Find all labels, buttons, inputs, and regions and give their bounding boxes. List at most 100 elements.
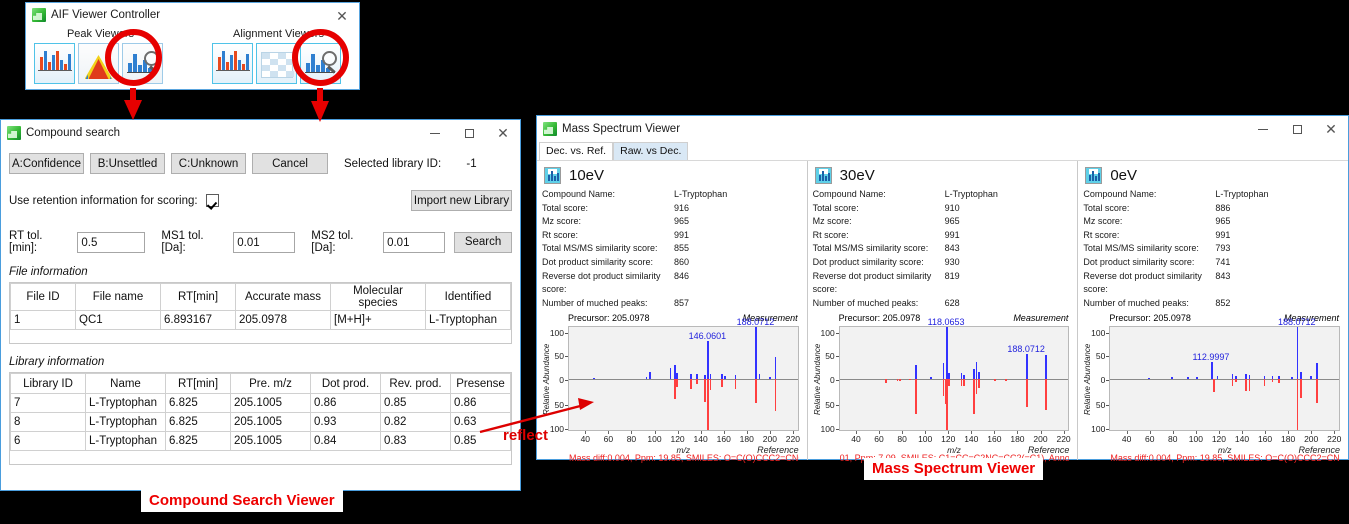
table-cell[interactable]: 205.1005	[230, 431, 311, 451]
table-cell[interactable]: 0.83	[380, 431, 451, 451]
minimize-button[interactable]	[418, 120, 452, 146]
metric-value: 843	[1215, 270, 1231, 281]
table-cell[interactable]: L-Tryptophan	[85, 412, 166, 432]
x-tick-label: 200	[1304, 434, 1319, 445]
zero-baseline	[839, 378, 1069, 380]
ms1-tolerance-input[interactable]	[233, 231, 296, 253]
alignment-table-viewer-button[interactable]	[256, 43, 297, 84]
table-cell[interactable]: 6.825	[165, 412, 231, 432]
table-row[interactable]: 6 L-Tryptophan 6.825 205.1005 0.84 0.83 0.85	[10, 431, 511, 451]
close-button[interactable]: ✕	[486, 120, 520, 146]
metric-row: Mz score: 965	[1083, 215, 1343, 229]
table-cell[interactable]: 0.86	[310, 393, 381, 413]
tab-dec-vs-ref[interactable]: Dec. vs. Ref.	[539, 142, 614, 160]
table-cell[interactable]: 0.85	[450, 431, 511, 451]
spectrum-peak	[946, 327, 948, 379]
cancel-button[interactable]: Cancel	[252, 153, 328, 174]
table-cell[interactable]: 205.0978	[235, 310, 331, 330]
column-header[interactable]: Identified	[425, 283, 511, 311]
table-row[interactable]: 8 L-Tryptophan 6.825 205.1005 0.93 0.82 0.63	[10, 412, 511, 432]
table-cell[interactable]: 8	[10, 412, 86, 432]
retention-option-checkbox[interactable]	[205, 194, 219, 207]
compound-search-window: Compound search ✕ A:Confidence B:Unsettl…	[0, 119, 521, 491]
metric-row: Dot product similarity score: 930	[813, 256, 1073, 270]
peak-spot-viewer-button[interactable]	[34, 43, 75, 84]
column-header[interactable]: Dot prod.	[310, 373, 381, 394]
table-cell[interactable]: 0.63	[450, 412, 511, 432]
compound-search-titlebar[interactable]: Compound search ✕	[1, 120, 520, 146]
minimize-button[interactable]	[1246, 116, 1280, 142]
y-tick-label: 50	[825, 351, 840, 362]
table-row[interactable]: 7 L-Tryptophan 6.825 205.1005 0.86 0.85 0.86	[10, 393, 511, 413]
table-cell[interactable]: 7	[10, 393, 86, 413]
search-button[interactable]: Search	[454, 231, 513, 253]
unsettled-button[interactable]: B:Unsettled	[90, 153, 165, 174]
metric-row: Total MS/MS similarity score: 843	[813, 242, 1073, 256]
app-logo-icon	[32, 8, 46, 22]
tab-raw-vs-dec[interactable]: Raw. vs Dec.	[613, 142, 689, 160]
spectrum-plot[interactable]: Precursor: 205.0978 Measurement Relative A…	[542, 313, 802, 463]
metric-row: Reverse dot product similarity score: 843	[1083, 270, 1343, 297]
file-information-label: File information	[9, 266, 88, 278]
close-button[interactable]: ✕	[1314, 116, 1348, 142]
table-cell[interactable]: 0.84	[310, 431, 381, 451]
table-cell[interactable]: 1	[10, 310, 76, 330]
column-header[interactable]: Name	[85, 373, 166, 394]
table-cell[interactable]: [M+H]+	[330, 310, 426, 330]
import-new-library-button[interactable]: Import new Library	[411, 190, 512, 211]
table-cell[interactable]: L-Tryptophan	[85, 431, 166, 451]
column-header[interactable]: Accurate mass	[235, 283, 331, 311]
table-header-row: Library ID Name RT[min] Pre. m/z Dot prod. Re…	[10, 373, 511, 394]
column-header[interactable]: RT[min]	[165, 373, 231, 394]
table-cell[interactable]: 0.85	[380, 393, 451, 413]
column-header[interactable]: RT[min]	[160, 283, 236, 311]
column-header[interactable]: Molecular species	[330, 283, 426, 311]
table-cell[interactable]: 6	[10, 431, 86, 451]
alignment-spot-viewer-button[interactable]	[212, 43, 253, 84]
metric-label: Total MS/MS similarity score:	[1083, 243, 1199, 254]
metric-row: Rt score: 991	[1083, 229, 1343, 243]
metric-label: Rt score:	[542, 229, 579, 240]
column-header[interactable]: File ID	[10, 283, 76, 311]
x-axis: 40 60 80 100 120 140 160 180 200 220 m/z Reference	[568, 431, 800, 462]
maximize-button[interactable]	[1280, 116, 1314, 142]
table-cell[interactable]: 6.893167	[160, 310, 236, 330]
table-row[interactable]: 1 QC1 6.893167 205.0978 [M+H]+ L-Tryptophan	[10, 310, 511, 330]
column-header[interactable]: Rev. prod.	[380, 373, 451, 394]
table-cell[interactable]: L-Tryptophan	[425, 310, 511, 330]
library-information-table-wrap: Library ID Name RT[min] Pre. m/z Dot prod. Re…	[9, 372, 512, 465]
unknown-button[interactable]: C:Unknown	[171, 153, 246, 174]
x-tick-label: 220	[1327, 434, 1342, 445]
alignment-ms-viewer-highlight-circle	[292, 29, 349, 86]
metric-label: Number of muched peaks:	[1083, 297, 1189, 308]
msv-titlebar[interactable]: Mass Spectrum Viewer ✕	[537, 116, 1348, 142]
column-header[interactable]: Pre. m/z	[230, 373, 311, 394]
ms2-tolerance-input[interactable]	[383, 231, 446, 253]
compound-search-body: A:Confidence B:Unsettled C:Unknown Cance…	[1, 153, 520, 465]
aif-window-titlebar[interactable]: AIF Viewer Controller ✕	[26, 3, 359, 27]
rt-tolerance-input[interactable]	[77, 231, 146, 253]
column-header[interactable]: File name	[75, 283, 161, 311]
peak-label: 188.0712	[736, 317, 775, 328]
table-cell[interactable]: 0.82	[380, 412, 451, 432]
table-cell[interactable]: 0.86	[450, 393, 511, 413]
table-cell[interactable]: QC1	[75, 310, 161, 330]
metric-label: Total score:	[812, 202, 859, 213]
table-cell[interactable]: 205.1005	[230, 393, 311, 413]
table-cell[interactable]: 6.825	[165, 393, 231, 413]
table-cell[interactable]: 0.93	[310, 412, 381, 432]
metric-value: L-Tryptophan	[944, 189, 998, 199]
table-cell[interactable]: L-Tryptophan	[85, 393, 166, 413]
spectrum-plot[interactable]: Precursor: 205.0978 Measurement Relative A…	[813, 313, 1073, 463]
spectrum-plot[interactable]: Precursor: 205.0978 Measurement Relative A…	[1083, 313, 1343, 463]
aif-close-button[interactable]: ✕	[325, 3, 359, 29]
maximize-button[interactable]	[452, 120, 486, 146]
confidence-button[interactable]: A:Confidence	[9, 153, 84, 174]
column-header[interactable]: Library ID	[10, 373, 86, 394]
column-header[interactable]: Presense	[450, 373, 511, 394]
msv-pane-container: 10eV Compound Name: L-Tryptophan Total scor…	[537, 161, 1348, 463]
table-cell[interactable]: 205.1005	[230, 412, 311, 432]
metric-label: Reverse dot product similarity score:	[542, 270, 661, 295]
table-cell[interactable]: 6.825	[165, 431, 231, 451]
metric-row: Reverse dot product similarity score: 819	[813, 270, 1073, 297]
